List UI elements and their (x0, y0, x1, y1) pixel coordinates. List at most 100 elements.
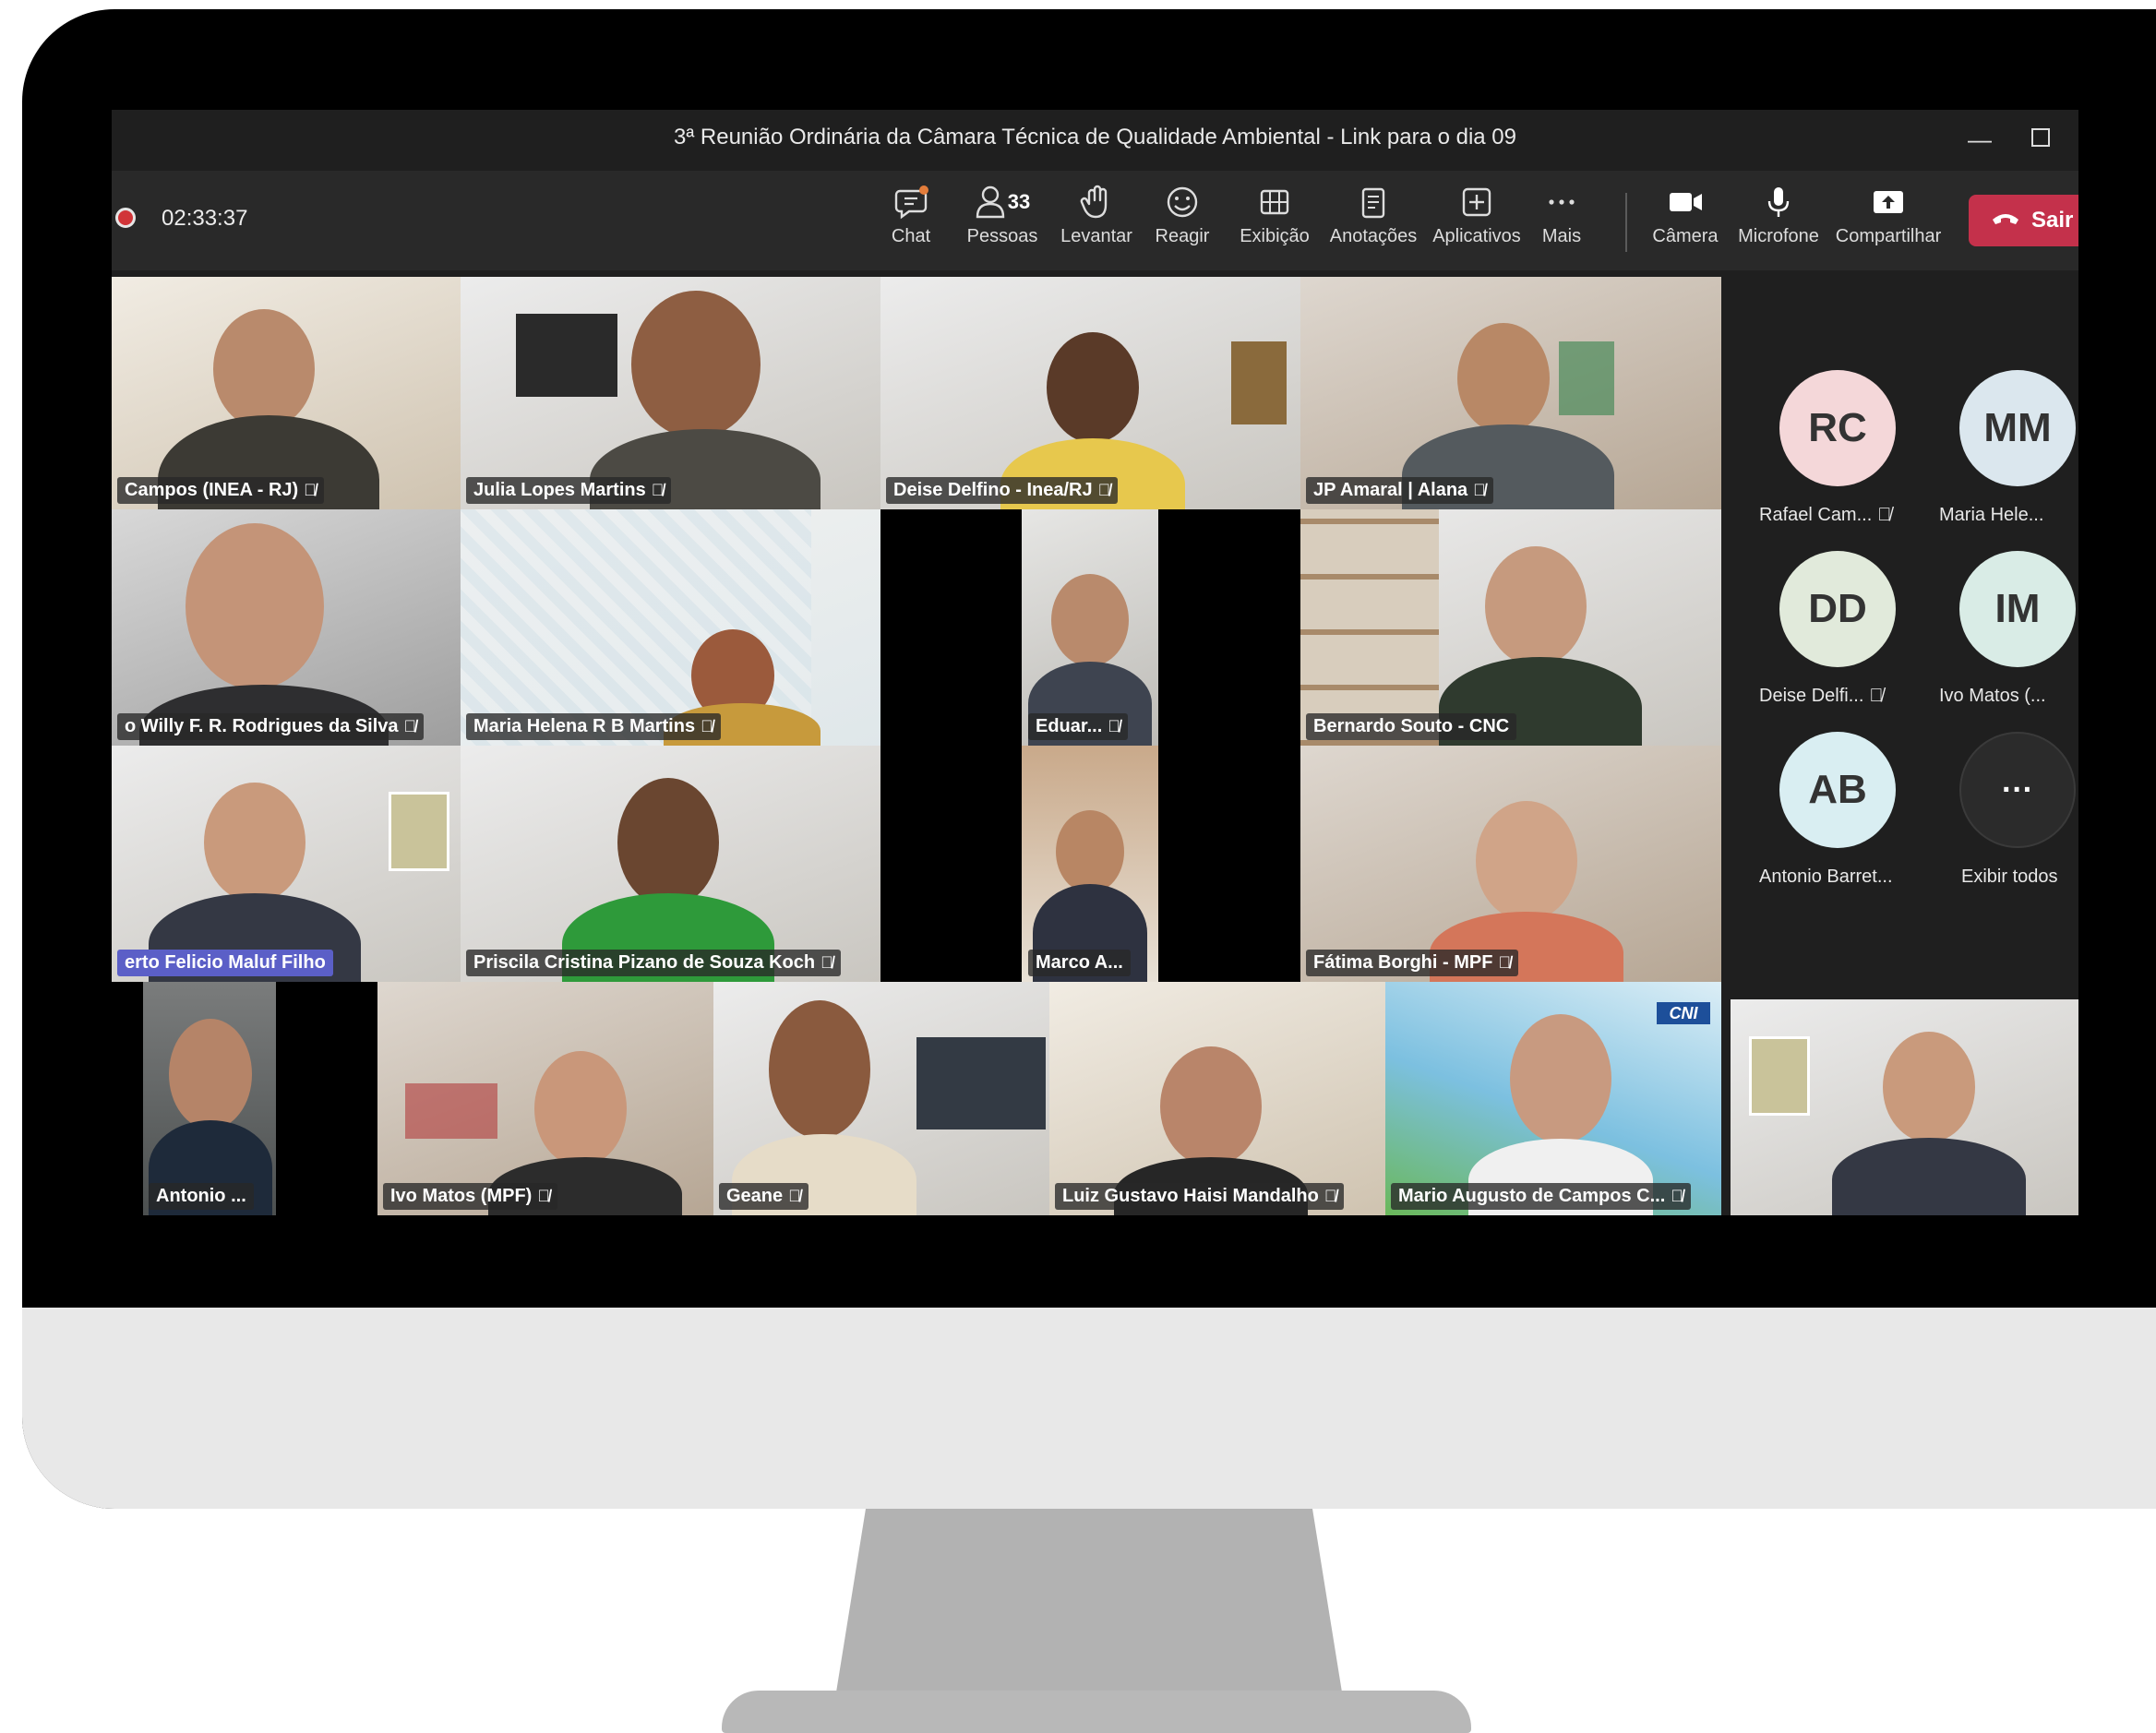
video-tile[interactable]: Julia Lopes Martins 🎙̸ (461, 277, 880, 509)
share-screen-icon (1828, 178, 1948, 226)
roster-name: Ivo Matos (... (1939, 686, 2046, 706)
participant-name-label: Bernardo Souto - CNC (1306, 713, 1517, 740)
participant-name-label: Ivo Matos (MPF) 🎙̸ (383, 1183, 557, 1210)
hang-up-icon (1991, 208, 2020, 233)
participant-video (1047, 332, 1139, 443)
participant-video (1160, 1046, 1262, 1166)
video-tile[interactable]: Antonio ... (112, 982, 377, 1215)
participant-name-label: Fátima Borghi - MPF 🎙̸ (1306, 950, 1518, 976)
microphone-icon (1732, 178, 1825, 226)
video-tile[interactable]: Campos (INEA - RJ) 🎙̸ (112, 277, 461, 509)
view-all-button[interactable]: ··· (1959, 732, 2076, 848)
video-tile[interactable]: Geane 🎙̸ (713, 982, 1049, 1215)
video-tile[interactable]: Fátima Borghi - MPF 🎙̸ (1300, 746, 1721, 982)
participant-video (169, 1019, 252, 1129)
participant-name-label: Marco A... (1028, 950, 1131, 976)
avatar[interactable]: RC (1779, 370, 1896, 486)
mic-off-icon: 🎙̸ (820, 953, 833, 972)
share-button[interactable]: Compartilhar (1828, 178, 1948, 247)
camera-icon (1644, 178, 1727, 226)
roster-name: Antonio Barret... (1759, 866, 1893, 887)
mic-off-icon: 🎙̸ (1108, 717, 1120, 735)
video-tile[interactable]: CNI Mario Augusto de Campos C... 🎙̸ (1385, 982, 1721, 1215)
cni-logo: CNI (1657, 1002, 1710, 1024)
participant-name-label: JP Amaral | Alana 🎙̸ (1306, 477, 1493, 504)
camera-button[interactable]: Câmera (1644, 178, 1727, 247)
maximize-icon[interactable] (2022, 121, 2059, 158)
participant-video (1476, 801, 1577, 921)
mic-off-icon: 🎙̸ (403, 717, 417, 735)
participant-video (213, 309, 315, 429)
meeting-toolbar: 02:33:37 Chat 33 Pessoas Levantar Reagir… (112, 171, 2078, 270)
react-button[interactable]: Reagir (1141, 178, 1224, 247)
view-all-label: Exibir todos (1961, 866, 2058, 887)
raise-hand-button[interactable]: Levantar (1050, 178, 1143, 247)
participant-name-label: erto Felicio Maluf Filho (117, 950, 333, 976)
participant-video (1883, 1032, 1975, 1142)
roster-name: Maria Hele... (1939, 505, 2044, 525)
video-tile[interactable]: Bernardo Souto - CNC (1300, 509, 1721, 746)
more-icon (1529, 178, 1594, 226)
react-label: Reagir (1155, 226, 1210, 246)
video-grid: Campos (INEA - RJ) 🎙̸ Julia Lopes Martins… (112, 277, 1721, 1215)
notes-icon (1323, 178, 1424, 226)
mic-off-icon: 🎙̸ (701, 717, 713, 735)
video-tile[interactable]: Marco A... (880, 746, 1300, 982)
notes-button[interactable]: Anotações (1323, 178, 1424, 247)
apps-label: Aplicativos (1432, 226, 1521, 246)
participant-name-label: Mario Augusto de Campos C... 🎙̸ (1391, 1183, 1691, 1210)
toolbar-divider (1625, 193, 1627, 252)
camera-label: Câmera (1652, 226, 1719, 246)
video-tile[interactable]: Maria Helena R B Martins 🎙̸ (461, 509, 880, 746)
microphone-button[interactable]: Microfone (1732, 178, 1825, 247)
monitor-stand-base (722, 1691, 1471, 1733)
microphone-label: Microfone (1738, 226, 1819, 246)
participant-name-label: Priscila Cristina Pizano de Souza Koch 🎙̸ (466, 950, 841, 976)
raise-hand-label: Levantar (1060, 226, 1132, 246)
participant-video (204, 783, 305, 902)
mic-off-icon: 🎙̸ (1671, 1187, 1683, 1205)
avatar[interactable]: IM (1959, 551, 2076, 667)
avatar[interactable]: DD (1779, 551, 1896, 667)
participants-roster: RC Rafael Cam... 🎙̸ MM Maria Hele... DD D… (1721, 277, 2078, 997)
view-button[interactable]: Exibição (1228, 178, 1321, 247)
video-tile[interactable]: Ivo Matos (MPF) 🎙̸ (377, 982, 713, 1215)
mic-off-icon: 🎙̸ (1498, 953, 1511, 972)
participant-name-label: Geane 🎙̸ (719, 1183, 808, 1210)
video-tile[interactable]: erto Felicio Maluf Filho (112, 746, 461, 982)
participant-video (1457, 323, 1550, 434)
teams-meeting-window: 3ª Reunião Ordinária da Câmara Técnica d… (112, 110, 2078, 1215)
more-button[interactable]: Mais (1529, 178, 1594, 247)
mic-off-icon: 🎙̸ (1097, 481, 1111, 499)
leave-label: Sair (2031, 208, 2074, 233)
participant-video (1051, 574, 1129, 666)
roster-name: Rafael Cam... 🎙̸ (1759, 505, 1892, 525)
chat-button[interactable]: Chat (874, 178, 948, 247)
participant-name-label: Maria Helena R B Martins 🎙̸ (466, 713, 721, 740)
notes-label: Anotações (1329, 226, 1418, 246)
people-button[interactable]: 33 Pessoas (956, 178, 1048, 247)
video-tile[interactable]: Luiz Gustavo Haisi Mandalho 🎙̸ (1049, 982, 1385, 1215)
view-label: Exibição (1240, 226, 1310, 246)
chat-icon (874, 178, 948, 226)
leave-button[interactable]: Sair (1969, 195, 2078, 246)
participant-video (617, 778, 719, 907)
video-tile[interactable]: JP Amaral | Alana 🎙̸ (1300, 277, 1721, 509)
mic-off-icon: 🎙̸ (788, 1187, 801, 1205)
apps-button[interactable]: Aplicativos (1426, 178, 1527, 247)
minimize-icon[interactable]: — (1961, 121, 1998, 158)
participant-name-label: o Willy F. R. Rodrigues da Silva 🎙̸ (117, 713, 425, 740)
video-tile[interactable]: Priscila Cristina Pizano de Souza Koch 🎙̸ (461, 746, 880, 982)
video-tile[interactable]: o Willy F. R. Rodrigues da Silva 🎙̸ (112, 509, 461, 746)
video-tile[interactable]: Deise Delfino - Inea/RJ 🎙̸ (880, 277, 1300, 509)
mic-off-icon: 🎙̸ (537, 1187, 550, 1205)
video-tile[interactable]: Eduar... 🎙̸ (880, 509, 1300, 746)
participant-video (1056, 810, 1124, 893)
more-icon: ··· (2002, 771, 2033, 807)
self-video-tile[interactable] (1731, 999, 2078, 1215)
window-title: 3ª Reunião Ordinária da Câmara Técnica d… (674, 125, 1516, 149)
avatar[interactable]: MM (1959, 370, 2076, 486)
recording-timer: 02:33:37 (162, 206, 248, 231)
avatar[interactable]: AB (1779, 732, 1896, 848)
raise-hand-icon (1050, 178, 1143, 226)
